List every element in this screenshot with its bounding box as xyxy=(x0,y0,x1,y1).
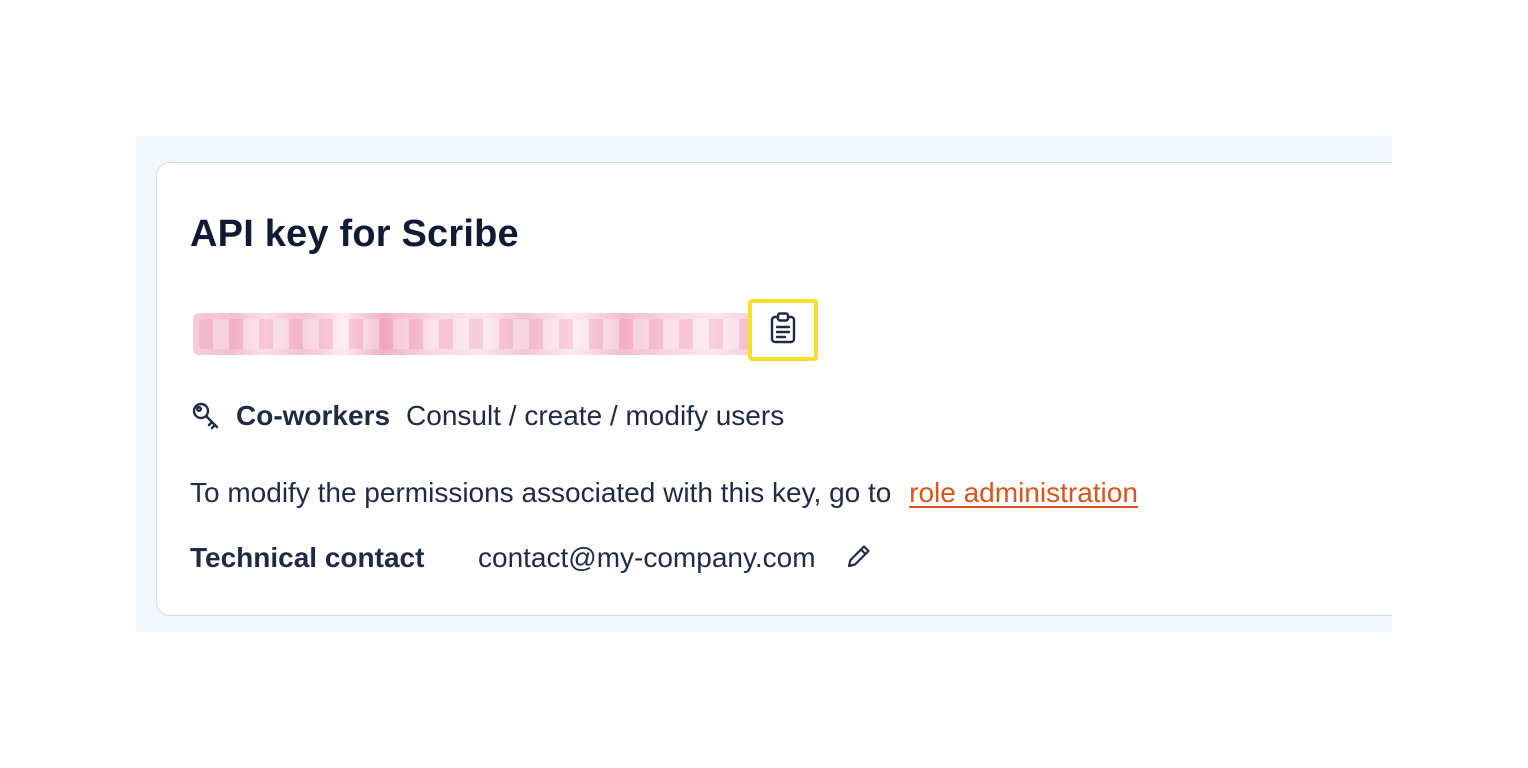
key-icon xyxy=(190,400,222,432)
technical-contact-label: Technical contact xyxy=(190,542,425,573)
copy-key-button[interactable] xyxy=(748,299,818,361)
card-title: API key for Scribe xyxy=(190,213,519,255)
pencil-icon xyxy=(845,542,873,575)
clipboard-icon xyxy=(770,311,796,349)
api-key-card: API key for Scribe Co-workers Consult / … xyxy=(156,162,1392,616)
permission-name: Co-workers xyxy=(236,400,391,431)
modify-permissions-text: To modify the permissions associated wit… xyxy=(190,477,1138,509)
api-key-value-redacted xyxy=(193,313,765,355)
technical-contact-email: contact@my-company.com xyxy=(478,542,816,573)
technical-contact-row: Technical contact contact@my-company.com xyxy=(190,541,876,575)
edit-contact-button[interactable] xyxy=(842,541,876,575)
settings-panel: API key for Scribe Co-workers Consult / … xyxy=(136,136,1392,632)
permission-description: Consult / create / modify users xyxy=(406,400,785,431)
permission-row: Co-workers Consult / create / modify use… xyxy=(190,399,784,433)
api-key-row xyxy=(193,299,818,361)
modify-permissions-label: To modify the permissions associated wit… xyxy=(190,477,892,508)
role-administration-link[interactable]: role administration xyxy=(909,477,1138,508)
